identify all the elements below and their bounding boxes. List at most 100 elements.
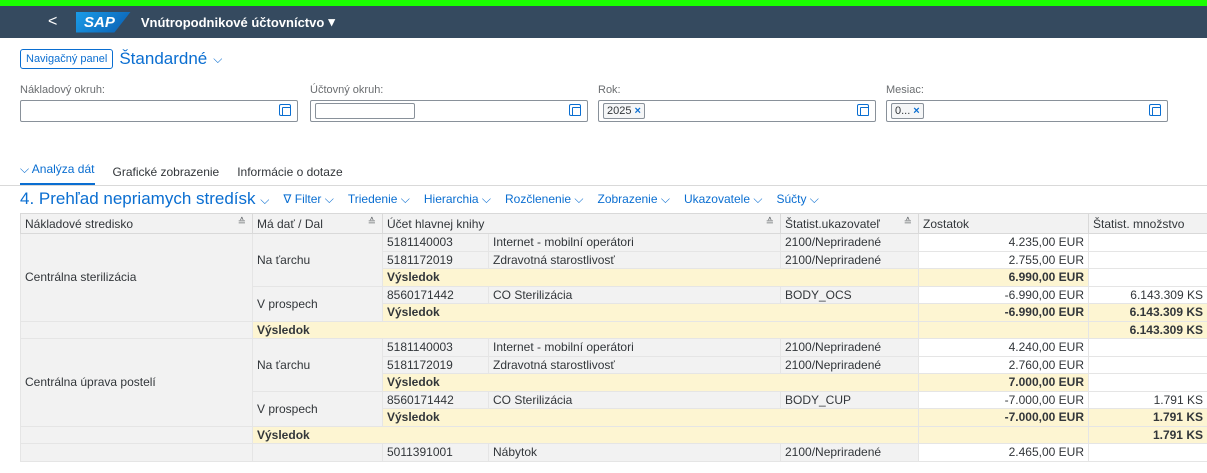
- cost-center-cell[interactable]: [20, 443, 253, 462]
- month-token[interactable]: 0... ×: [891, 103, 924, 119]
- back-icon[interactable]: <: [48, 13, 76, 31]
- sort-icon: ≙: [903, 216, 912, 228]
- quantity-value: 1.791 KS: [1088, 390, 1207, 409]
- result-label: Výsledok: [382, 408, 919, 427]
- value-help-icon[interactable]: [1149, 104, 1161, 116]
- balance-value: -7.000,00 EUR: [918, 408, 1089, 427]
- header-label: Má dať / Dal: [257, 216, 323, 231]
- tab-data-analysis[interactable]: ⌵ Analýza dát: [20, 162, 95, 185]
- navigation-panel-button[interactable]: Navigačný panel: [20, 49, 114, 69]
- account-number[interactable]: 5011391001: [382, 443, 489, 462]
- totals-label: Súčty: [776, 191, 807, 206]
- result-label: Výsledok: [252, 425, 919, 444]
- month-label: Mesiac:: [886, 84, 924, 96]
- view-selector[interactable]: 4. Prehľad nepriamych stredísk ⌵: [20, 189, 269, 209]
- balance-value: [918, 320, 1089, 339]
- col-header-debit-credit[interactable]: Má dať / Dal ≙: [252, 213, 383, 234]
- col-header-cost-center[interactable]: Nákladové stredisko ≙: [20, 213, 253, 234]
- account-number[interactable]: 8560171442: [382, 390, 489, 409]
- filter-icon: ∇: [283, 191, 295, 206]
- balance-value: 4.235,00 EUR: [918, 233, 1089, 252]
- cost-center-cell[interactable]: Centrálna sterilizácia: [20, 233, 253, 322]
- sap-logo[interactable]: SAP: [76, 11, 131, 33]
- value-help-icon[interactable]: [569, 104, 581, 116]
- tab-label: Analýza dát: [31, 162, 95, 176]
- variant-selector[interactable]: Štandardné ⌵: [119, 49, 222, 69]
- filter-label: Filter: [294, 191, 322, 206]
- empty-cell: [20, 425, 253, 444]
- stat-key: 2100/Nepriradené: [780, 355, 919, 374]
- quantity-value: 6.143.309 KS: [1088, 303, 1207, 322]
- account-name: Internet - mobilní operátori: [488, 338, 781, 357]
- remove-token-icon[interactable]: ×: [634, 105, 640, 117]
- account-name: CO Sterilizácia: [488, 285, 781, 304]
- totals-menu[interactable]: Súčty ⌵: [776, 192, 818, 207]
- chevron-down-icon: ⌵: [213, 51, 223, 66]
- account-number[interactable]: 8560171442: [382, 285, 489, 304]
- display-menu[interactable]: Zobrazenie ⌵: [597, 192, 669, 207]
- stat-key: 2100/Nepriradené: [780, 233, 919, 252]
- company-code-input[interactable]: [310, 100, 588, 122]
- account-number[interactable]: 5181140003: [382, 233, 489, 252]
- breakdown-label: Rozčlenenie: [505, 191, 572, 206]
- col-header-gl-account[interactable]: Účet hlavnej knihy ≙: [382, 213, 781, 234]
- company-code-token[interactable]: [315, 103, 415, 119]
- stat-key: BODY_OCS: [780, 285, 919, 304]
- quantity-value: [1088, 373, 1207, 392]
- debit-credit-cell[interactable]: Na ťarchu: [252, 338, 383, 392]
- year-token-text: 2025: [607, 105, 632, 117]
- col-header-stat-quantity[interactable]: Štatist. množstvo: [1088, 213, 1207, 234]
- table-row: Centrálna úprava postelí Na ťarchu 51811…: [20, 338, 1207, 427]
- empty-cell: [20, 320, 253, 339]
- result-label: Výsledok: [252, 320, 919, 339]
- quantity-value: [1088, 268, 1207, 287]
- value-help-icon[interactable]: [279, 104, 291, 116]
- year-token[interactable]: 2025 ×: [603, 103, 645, 119]
- sort-menu[interactable]: Triedenie ⌵: [348, 192, 410, 207]
- col-header-stat-key[interactable]: Štatist.ukazovateľ ≙: [780, 213, 919, 234]
- col-header-balance[interactable]: Zostatok: [918, 213, 1089, 234]
- stat-key: BODY_CUP: [780, 390, 919, 409]
- stat-key: 2100/Nepriradené: [780, 443, 919, 462]
- debit-credit-cell[interactable]: [252, 443, 383, 462]
- quantity-value: [1088, 338, 1207, 357]
- debit-credit-cell[interactable]: V prospech: [252, 390, 383, 427]
- hierarchy-menu[interactable]: Hierarchia ⌵: [424, 192, 491, 207]
- value-help-icon[interactable]: [857, 104, 869, 116]
- debit-credit-cell[interactable]: Na ťarchu: [252, 233, 383, 287]
- tab-query-info[interactable]: Informácie o dotaze: [237, 165, 342, 185]
- chevron-down-icon: ▾: [328, 14, 335, 29]
- account-name: CO Sterilizácia: [488, 390, 781, 409]
- balance-value: -7.000,00 EUR: [918, 390, 1089, 409]
- account-number[interactable]: 5181172019: [382, 250, 489, 269]
- account-name: Zdravotná starostlivosť: [488, 250, 781, 269]
- balance-value: -6.990,00 EUR: [918, 303, 1089, 322]
- balance-value: 2.465,00 EUR: [918, 443, 1089, 462]
- display-label: Zobrazenie: [597, 191, 658, 206]
- month-input[interactable]: 0... ×: [886, 100, 1168, 122]
- account-number[interactable]: 5181172019: [382, 355, 489, 374]
- quantity-value: [1088, 233, 1207, 252]
- account-number[interactable]: 5181140003: [382, 338, 489, 357]
- filter-menu[interactable]: ∇ Filter ⌵: [283, 192, 333, 207]
- data-table: Nákladové stredisko ≙ Má dať / Dal ≙ Účet …: [20, 213, 1207, 462]
- sort-icon: ≙: [237, 216, 246, 228]
- stat-key: 2100/Nepriradené: [780, 250, 919, 269]
- debit-credit-cell[interactable]: V prospech: [252, 285, 383, 322]
- measures-menu[interactable]: Ukazovatele ⌵: [684, 192, 762, 207]
- tab-graphical-view[interactable]: Grafické zobrazenie: [113, 165, 220, 185]
- table-row: 5011391001 Nábytok 2100/Nepriradené 2.46…: [20, 443, 1207, 462]
- cost-center-cell[interactable]: Centrálna úprava postelí: [20, 338, 253, 427]
- stat-key: 2100/Nepriradené: [780, 338, 919, 357]
- app-title-menu[interactable]: Vnútropodnikové účtovníctvo ▾: [141, 14, 335, 30]
- table-row: Centrálna sterilizácia Na ťarchu 5181140…: [20, 233, 1207, 322]
- quantity-value: 6.143.309 KS: [1088, 320, 1207, 339]
- breakdown-menu[interactable]: Rozčlenenie ⌵: [505, 192, 583, 207]
- cost-area-input[interactable]: [20, 100, 298, 122]
- company-code-label: Účtovný okruh:: [310, 84, 384, 96]
- result-label: Výsledok: [382, 268, 919, 287]
- sort-icon: ≙: [765, 216, 774, 228]
- remove-token-icon[interactable]: ×: [913, 105, 919, 117]
- variant-name: Štandardné: [119, 49, 208, 68]
- year-input[interactable]: 2025 ×: [598, 100, 876, 122]
